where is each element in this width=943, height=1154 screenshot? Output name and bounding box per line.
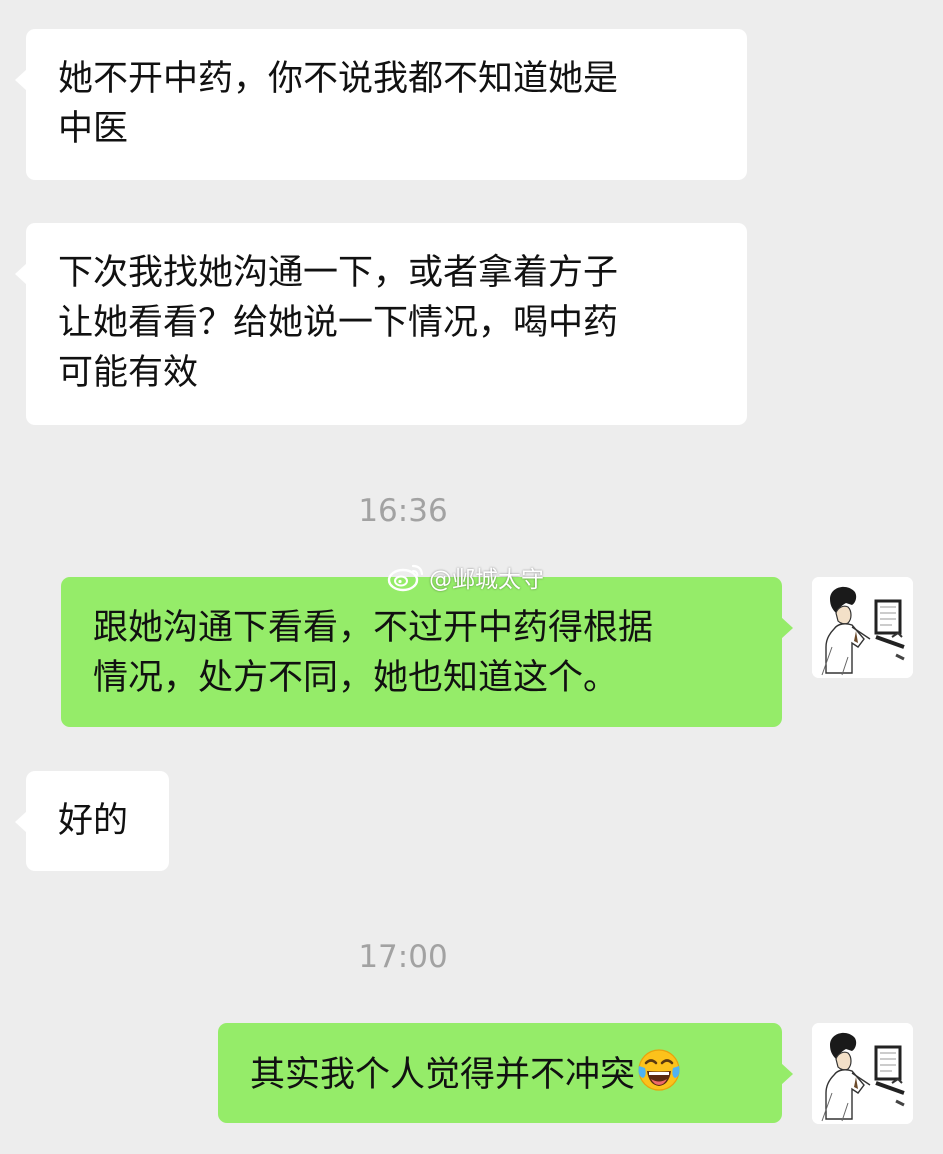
incoming-message-bubble[interactable]: 下次我找她沟通一下，或者拿着方子 让她看看？给她说一下情况，喝中药 可能有效 — [15, 223, 747, 425]
message-line: 下次我找她沟通一下，或者拿着方子 — [58, 253, 619, 293]
message-line: 她不开中药，你不说我都不知道她是 — [58, 59, 619, 99]
message-line: 情况，处方不同，她也知道这个。 — [93, 658, 619, 698]
message-line: 其实我个人觉得并不冲突 — [250, 1055, 636, 1095]
doctor-at-computer-icon — [812, 1023, 913, 1124]
message-line: 跟她沟通下看看，不过开中药得根据 — [93, 608, 654, 648]
weibo-logo-icon — [387, 564, 424, 592]
message-line: 让她看看？给她说一下情况，喝中药 — [58, 303, 619, 343]
bubble-tail — [15, 69, 27, 91]
weibo-watermark: @邺城太守 — [387, 561, 544, 593]
outgoing-message-bubble[interactable]: 其实我个人觉得并不冲突 — [218, 1023, 793, 1123]
bubble-tail — [15, 811, 27, 833]
doctor-at-computer-icon — [812, 577, 913, 678]
message-line-with-emoji: 其实我个人觉得并不冲突 — [250, 1048, 750, 1106]
bubble-tail — [781, 1063, 793, 1085]
message-line: 好的 — [58, 801, 129, 841]
user-avatar[interactable] — [812, 577, 913, 678]
message-timestamp: 17:00 — [358, 939, 448, 975]
bubble-tail — [15, 263, 27, 285]
bubble-tail — [781, 617, 793, 639]
message-line: 中医 — [58, 109, 129, 149]
watermark-text: @邺城太守 — [429, 567, 544, 593]
incoming-message-bubble[interactable]: 好的 — [15, 771, 169, 871]
message-timestamp: 16:36 — [358, 493, 448, 529]
user-avatar[interactable] — [812, 1023, 913, 1124]
message-line: 可能有效 — [58, 353, 199, 393]
tears-of-joy-emoji-icon — [637, 1048, 681, 1106]
outgoing-message-bubble[interactable]: 跟她沟通下看看，不过开中药得根据 情况，处方不同，她也知道这个。 — [61, 577, 793, 727]
incoming-message-bubble[interactable]: 她不开中药，你不说我都不知道她是 中医 — [15, 29, 747, 180]
